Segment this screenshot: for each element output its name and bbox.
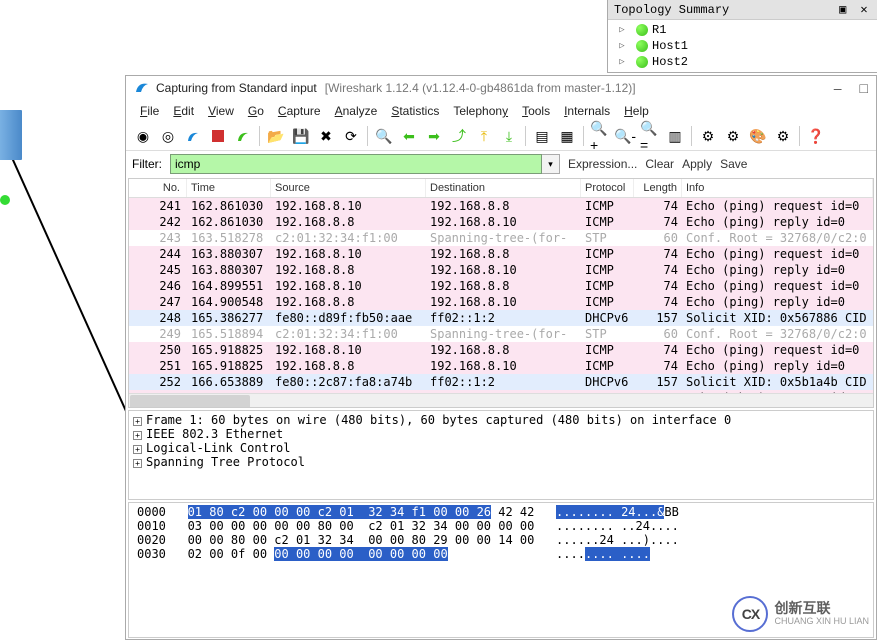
packet-row[interactable]: 243163.518278c2:01:32:34:f1:00Spanning-t… [129,230,873,246]
menu-file[interactable]: File [134,102,165,120]
menu-internals[interactable]: Internals [558,102,616,120]
window-title: Capturing from Standard input [156,81,317,95]
topology-title-bar: Topology Summary ▣ ✕ [608,0,877,20]
packet-headers: No. Time Source Destination Protocol Len… [129,179,873,198]
go-first-icon[interactable]: ⤒ [473,125,495,147]
tree-llc[interactable]: +Logical-Link Control [133,441,869,455]
wireshark-window: Capturing from Standard input [Wireshark… [125,75,877,640]
go-back-icon[interactable]: ⬅ [398,125,420,147]
menu-telephony[interactable]: Telephony [447,102,514,120]
packet-row[interactable]: 242162.861030192.168.8.8192.168.8.10ICMP… [129,214,873,230]
packet-row[interactable]: 246164.899551192.168.8.10192.168.8.8ICMP… [129,278,873,294]
topology-node-host1[interactable]: ▷Host1 [612,38,873,54]
horizontal-scrollbar[interactable] [129,393,873,407]
status-dot-icon [636,24,648,36]
packet-list[interactable]: No. Time Source Destination Protocol Len… [128,178,874,408]
tree-ethernet[interactable]: +IEEE 802.3 Ethernet [133,427,869,441]
topology-panel: Topology Summary ▣ ✕ ▷R1 ▷Host1 ▷Host2 [607,0,877,73]
options-icon[interactable]: ◎ [157,125,179,147]
packet-row[interactable]: 244163.880307192.168.8.10192.168.8.8ICMP… [129,246,873,262]
tree-frame[interactable]: +Frame 1: 60 bytes on wire (480 bits), 6… [133,413,869,427]
menu-tools[interactable]: Tools [516,102,556,120]
open-file-icon[interactable]: 📂 [265,125,287,147]
restart-capture-icon[interactable] [232,125,254,147]
topology-node-r1[interactable]: ▷R1 [612,22,873,38]
packet-row[interactable]: 248165.386277fe80::d89f:fb50:aaeff02::1:… [129,310,873,326]
resize-columns-icon[interactable]: ▥ [664,125,686,147]
stop-capture-icon[interactable] [207,125,229,147]
menu-view[interactable]: View [202,102,240,120]
zoom-out-icon[interactable]: 🔍- [614,125,636,147]
coloring-rules-icon[interactable]: 🎨 [747,125,769,147]
col-no[interactable]: No. [129,179,187,197]
go-last-icon[interactable]: ⤓ [498,125,520,147]
dock-icon[interactable]: ▣ [836,2,850,17]
colorize-icon[interactable]: ▤ [531,125,553,147]
window-subtitle: [Wireshark 1.12.4 (v1.12.4-0-gb4861da fr… [325,81,636,95]
packet-row[interactable]: 250165.918825192.168.8.10192.168.8.8ICMP… [129,342,873,358]
maximize-button[interactable]: □ [860,80,868,96]
display-filters-icon[interactable]: ⚙ [722,125,744,147]
menu-edit[interactable]: Edit [167,102,200,120]
packet-row[interactable]: 251165.918825192.168.8.8192.168.8.10ICMP… [129,358,873,374]
filter-label: Filter: [132,157,162,171]
find-icon[interactable]: 🔍 [373,125,395,147]
status-dot-icon [636,40,648,52]
zoom-in-icon[interactable]: 🔍+ [589,125,611,147]
col-protocol[interactable]: Protocol [581,179,634,197]
topology-node-host2[interactable]: ▷Host2 [612,54,873,70]
menu-go[interactable]: Go [242,102,270,120]
filter-save-link[interactable]: Save [720,157,747,171]
menu-analyze[interactable]: Analyze [329,102,384,120]
start-capture-icon[interactable] [182,125,204,147]
filter-bar: Filter: ▾ Expression... Clear Apply Save [126,151,876,177]
topology-title-text: Topology Summary [614,3,729,17]
filter-expression-link[interactable]: Expression... [568,157,637,171]
wireshark-icon [134,80,150,96]
packet-row[interactable]: 252166.653889fe80::2c87:fa8:a74bff02::1:… [129,374,873,390]
filter-input[interactable] [170,154,542,174]
packet-row[interactable]: 249165.518894c2:01:32:34:f1:00Spanning-t… [129,326,873,342]
reload-icon[interactable]: ⟳ [340,125,362,147]
filter-clear-link[interactable]: Clear [645,157,674,171]
capture-filters-icon[interactable]: ⚙ [697,125,719,147]
col-time[interactable]: Time [187,179,271,197]
minimize-button[interactable]: – [834,80,842,96]
toolbar: ◉ ◎ 📂 💾 ✖ ⟳ 🔍 ⬅ ➡ ⤴ ⤒ ⤓ ▤ ▦ 🔍+ 🔍- 🔍= ▥ ⚙… [126,122,876,151]
close-icon[interactable]: ✕ [857,2,871,17]
save-file-icon[interactable]: 💾 [290,125,312,147]
filter-dropdown-icon[interactable]: ▾ [542,154,560,174]
col-info[interactable]: Info [682,179,873,197]
packet-row[interactable]: 247164.900548192.168.8.8192.168.8.10ICMP… [129,294,873,310]
go-forward-icon[interactable]: ➡ [423,125,445,147]
status-dot-icon [636,56,648,68]
close-file-icon[interactable]: ✖ [315,125,337,147]
col-destination[interactable]: Destination [426,179,581,197]
col-source[interactable]: Source [271,179,426,197]
packet-bytes[interactable]: 0000 01 80 c2 00 00 00 c2 01 32 34 f1 00… [128,502,874,638]
menu-help[interactable]: Help [618,102,655,120]
preferences-icon[interactable]: ⚙ [772,125,794,147]
packet-details[interactable]: +Frame 1: 60 bytes on wire (480 bits), 6… [128,410,874,500]
menu-bar: File Edit View Go Capture Analyze Statis… [126,100,876,122]
filter-apply-link[interactable]: Apply [682,157,712,171]
zoom-reset-icon[interactable]: 🔍= [639,125,661,147]
tree-stp[interactable]: +Spanning Tree Protocol [133,455,869,469]
menu-capture[interactable]: Capture [272,102,327,120]
auto-scroll-icon[interactable]: ▦ [556,125,578,147]
packet-row[interactable]: 245163.880307192.168.8.8192.168.8.10ICMP… [129,262,873,278]
col-length[interactable]: Length [634,179,682,197]
help-icon[interactable]: ❓ [805,125,827,147]
topology-tree[interactable]: ▷R1 ▷Host1 ▷Host2 [608,20,877,72]
title-bar: Capturing from Standard input [Wireshark… [126,76,876,100]
packet-row[interactable]: 241162.861030192.168.8.10192.168.8.8ICMP… [129,198,873,214]
go-to-icon[interactable]: ⤴ [448,125,470,147]
menu-statistics[interactable]: Statistics [385,102,445,120]
interfaces-icon[interactable]: ◉ [132,125,154,147]
